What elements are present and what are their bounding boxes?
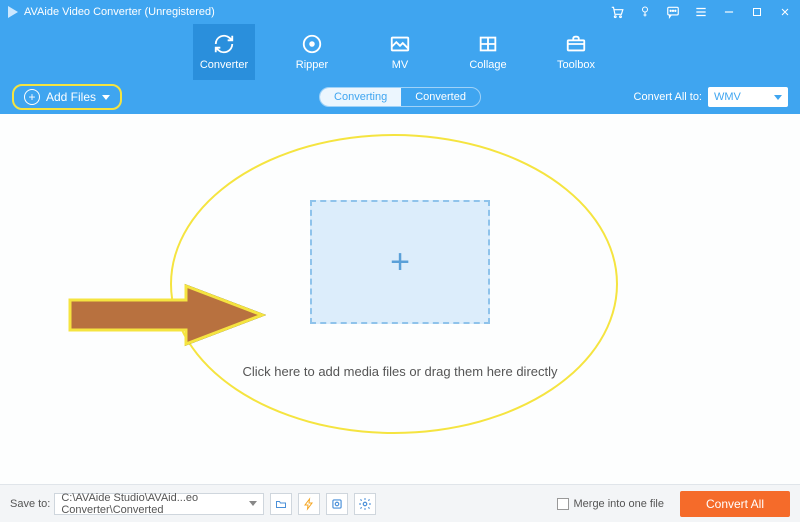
chevron-down-icon bbox=[774, 95, 782, 100]
tab-converting[interactable]: Converting bbox=[320, 88, 401, 106]
tab-converted[interactable]: Converted bbox=[401, 88, 480, 106]
nav-mv[interactable]: MV bbox=[369, 24, 431, 80]
main-area: + Click here to add media files or drag … bbox=[0, 114, 800, 484]
feedback-icon[interactable] bbox=[666, 5, 680, 19]
grid-icon bbox=[477, 33, 499, 55]
add-files-button[interactable]: + Add Files bbox=[12, 84, 122, 110]
save-path-select[interactable]: C:\AVAide Studio\AVAid...eo Converter\Co… bbox=[54, 493, 264, 515]
format-select[interactable]: WMV bbox=[708, 87, 788, 107]
gpu-button[interactable] bbox=[326, 493, 348, 515]
convert-all-label: Convert All to: bbox=[634, 91, 702, 103]
save-path-value: C:\AVAide Studio\AVAid...eo Converter\Co… bbox=[61, 492, 249, 516]
menu-icon[interactable] bbox=[694, 5, 708, 19]
footer-bar: Save to: C:\AVAide Studio\AVAid...eo Con… bbox=[0, 484, 800, 522]
nav-converter[interactable]: Converter bbox=[193, 24, 255, 80]
checkbox-icon bbox=[557, 498, 569, 510]
close-icon[interactable] bbox=[778, 5, 792, 19]
maximize-icon[interactable] bbox=[750, 5, 764, 19]
save-to-group: Save to: C:\AVAide Studio\AVAid...eo Con… bbox=[10, 493, 264, 515]
disc-icon bbox=[301, 33, 323, 55]
nav-toolbox[interactable]: Toolbox bbox=[545, 24, 607, 80]
app-title: AVAide Video Converter (Unregistered) bbox=[24, 6, 215, 18]
refresh-icon bbox=[213, 33, 235, 55]
plus-icon: + bbox=[390, 243, 410, 282]
nav-ripper[interactable]: Ripper bbox=[281, 24, 343, 80]
image-icon bbox=[389, 33, 411, 55]
merge-label: Merge into one file bbox=[574, 498, 665, 510]
status-tabs: Converting Converted bbox=[319, 87, 481, 107]
drop-zone[interactable]: + bbox=[310, 200, 490, 324]
nav-label: Ripper bbox=[296, 59, 328, 71]
nav-label: Toolbox bbox=[557, 59, 595, 71]
chevron-down-icon bbox=[249, 501, 257, 506]
nav-collage[interactable]: Collage bbox=[457, 24, 519, 80]
key-icon[interactable] bbox=[638, 5, 652, 19]
format-selected-value: WMV bbox=[714, 91, 741, 103]
window-controls bbox=[610, 5, 792, 19]
add-files-label: Add Files bbox=[46, 90, 96, 104]
chevron-down-icon bbox=[102, 95, 110, 100]
nav-label: Converter bbox=[200, 59, 248, 71]
settings-button[interactable] bbox=[354, 493, 376, 515]
minimize-icon[interactable] bbox=[722, 5, 736, 19]
toolbox-icon bbox=[565, 33, 587, 55]
plus-circle-icon: + bbox=[24, 89, 40, 105]
lightning-button[interactable] bbox=[298, 493, 320, 515]
drop-instruction: Click here to add media files or drag th… bbox=[0, 364, 800, 379]
app-logo-icon bbox=[8, 6, 18, 18]
nav-label: Collage bbox=[469, 59, 506, 71]
save-to-label: Save to: bbox=[10, 498, 50, 510]
convert-all-to: Convert All to: WMV bbox=[634, 87, 788, 107]
highlight-arrow-icon bbox=[66, 282, 266, 348]
convert-all-button[interactable]: Convert All bbox=[680, 491, 790, 517]
open-folder-button[interactable] bbox=[270, 493, 292, 515]
nav-label: MV bbox=[392, 59, 409, 71]
main-nav: Converter Ripper MV Collage Toolbox bbox=[0, 24, 800, 80]
cart-icon[interactable] bbox=[610, 5, 624, 19]
titlebar: AVAide Video Converter (Unregistered) bbox=[0, 0, 800, 24]
merge-checkbox[interactable]: Merge into one file bbox=[557, 498, 665, 510]
secondary-bar: + Add Files Converting Converted Convert… bbox=[0, 80, 800, 114]
